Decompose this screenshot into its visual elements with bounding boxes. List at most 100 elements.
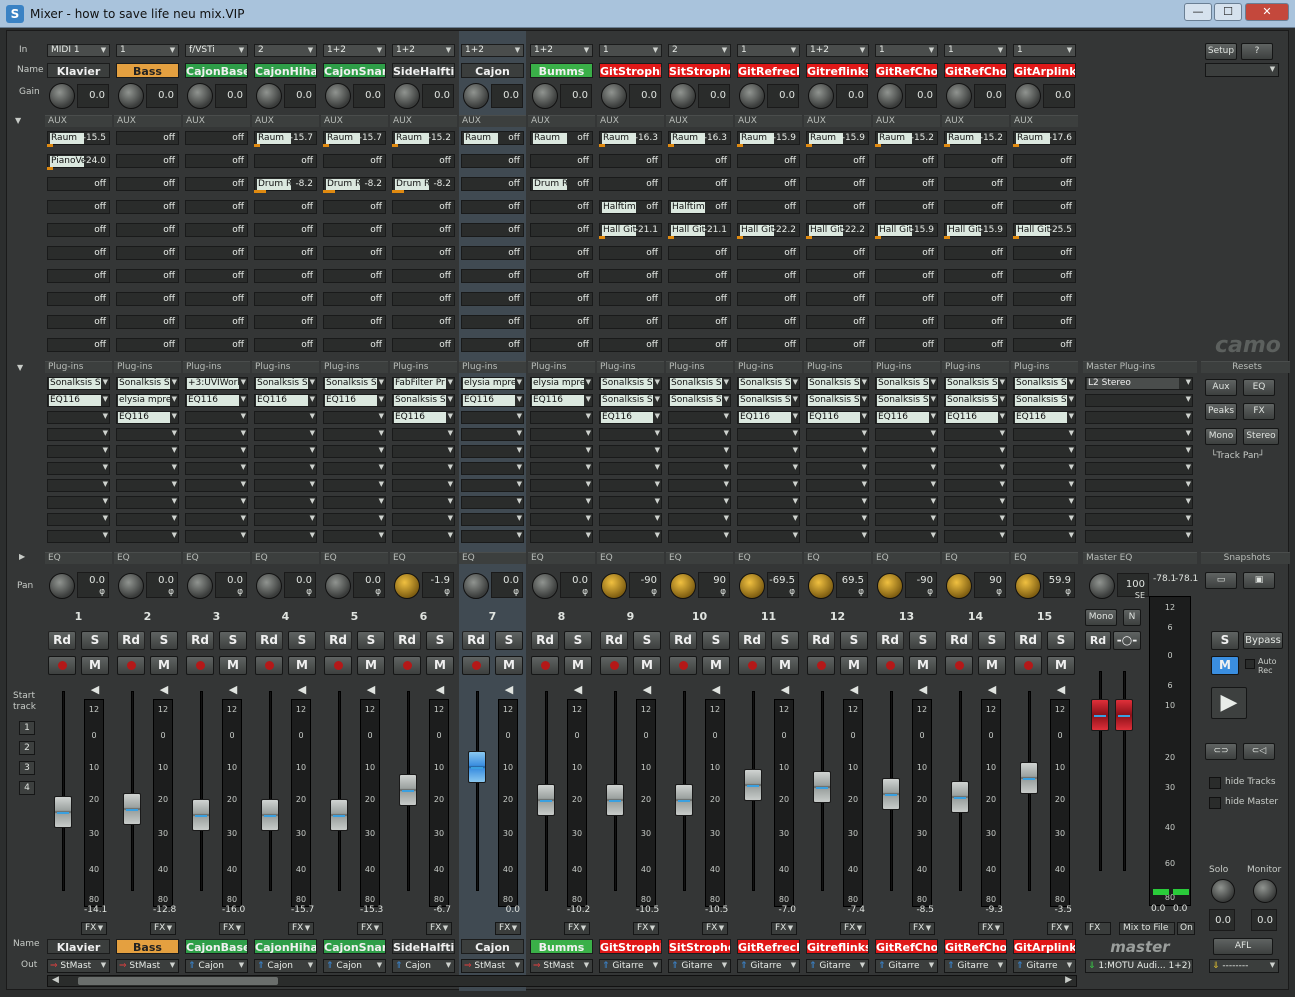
aux-send[interactable]: Raum off (459, 131, 526, 145)
aux-send[interactable]: off (1011, 246, 1078, 260)
plugin-slot[interactable]: ▼ (668, 411, 731, 424)
aux-send[interactable]: off (459, 154, 526, 168)
aux-send[interactable]: off (597, 315, 664, 329)
plugin-slot[interactable]: ▼ (116, 479, 179, 492)
aux-send[interactable]: off (114, 177, 181, 191)
aux-send[interactable]: off (735, 269, 802, 283)
mute-button[interactable]: M (564, 656, 592, 675)
aux-send[interactable]: off (459, 223, 526, 237)
channel-name[interactable]: Gitreflinks (806, 63, 869, 78)
aux-send[interactable]: off (597, 246, 664, 260)
aux-send[interactable]: off (321, 200, 388, 214)
aux-send[interactable]: off (873, 338, 940, 352)
aux-send[interactable]: off (942, 292, 1009, 306)
output-select[interactable]: ⇒ StMast ▼ (47, 959, 110, 973)
plugin-slot[interactable]: Sonalksis S ▼ (1013, 377, 1076, 390)
plugin-slot[interactable]: ▼ (1013, 445, 1076, 458)
plugin-slot[interactable]: ▼ (599, 445, 662, 458)
plugin-slot[interactable]: ▼ (323, 479, 386, 492)
volume-fader[interactable] (1020, 761, 1038, 794)
plugin-slot[interactable]: ▼ (806, 428, 869, 441)
aux-send[interactable]: off (459, 315, 526, 329)
reset-fx-button[interactable]: FX (1243, 403, 1275, 420)
aux-send[interactable]: off (597, 338, 664, 352)
aux-send[interactable]: off (390, 269, 457, 283)
pan-knob[interactable] (49, 573, 75, 599)
solo-button[interactable]: S (150, 631, 178, 650)
aux-send[interactable]: off (528, 223, 595, 237)
aux-send[interactable]: Drum Ra -8.2 (390, 177, 457, 193)
channel-name-bottom[interactable]: GitStrophline (599, 939, 662, 954)
input-select[interactable]: 1+2 ▼ (323, 44, 386, 57)
aux-send[interactable]: off (804, 246, 871, 260)
channel-name[interactable]: GitRefChords (944, 63, 1007, 78)
aux-send[interactable]: off (390, 154, 457, 168)
plugin-slot[interactable]: ▼ (668, 513, 731, 526)
aux-send[interactable]: off (666, 154, 733, 168)
plugin-slot[interactable]: ▼ (461, 462, 524, 475)
plugin-slot[interactable]: ▼ (116, 428, 179, 441)
aux-send[interactable]: off (183, 315, 250, 329)
plugin-slot[interactable]: ▼ (806, 496, 869, 509)
aux-send[interactable]: off (252, 223, 319, 237)
reset-aux-button[interactable]: Aux (1205, 379, 1237, 396)
plugin-slot[interactable]: ▼ (530, 445, 593, 458)
plugin-slot[interactable]: ▼ (668, 496, 731, 509)
aux-send[interactable]: off (528, 200, 595, 214)
plugin-slot[interactable]: ▼ (1013, 513, 1076, 526)
aux-send[interactable]: off (183, 200, 250, 214)
plugin-slot[interactable]: EQ116 ▼ (599, 411, 662, 424)
plugin-slot[interactable]: ▼ (599, 462, 662, 475)
plugin-slot[interactable]: ▼ (944, 530, 1007, 543)
plugin-slot[interactable]: ▼ (254, 479, 317, 492)
plugin-slot[interactable]: ▼ (254, 462, 317, 475)
output-select[interactable]: ⇑ Gitarre ▼ (806, 959, 869, 973)
output-select[interactable]: ⇒ StMast ▼ (461, 959, 524, 973)
play-icon[interactable]: ▶ (1211, 687, 1247, 719)
auto-rec-checkbox[interactable] (1245, 659, 1255, 669)
channel-name-bottom[interactable]: GitRefChords (875, 939, 938, 954)
channel-name-bottom[interactable]: Cajon (461, 939, 524, 954)
master-plugin-slot[interactable]: ▼ (1085, 530, 1193, 543)
plugin-slot[interactable]: ▼ (116, 445, 179, 458)
aux-send[interactable]: off (873, 315, 940, 329)
master-plugin-slot[interactable]: ▼ (1085, 394, 1193, 407)
aux-send[interactable]: off (666, 292, 733, 306)
record-button[interactable] (255, 656, 283, 675)
aux-send[interactable]: Raum -15.9 (804, 131, 871, 147)
aux-send[interactable]: off (1011, 269, 1078, 283)
plugin-slot[interactable]: ▼ (944, 445, 1007, 458)
volume-fader[interactable] (399, 773, 417, 806)
volume-fader[interactable] (675, 784, 693, 816)
pan-knob[interactable] (739, 573, 765, 599)
aux-send[interactable]: off (321, 246, 388, 260)
aux-send[interactable]: off (459, 200, 526, 214)
master-pan-knob[interactable] (1089, 573, 1115, 599)
read-automation-button[interactable]: Rd (669, 631, 697, 650)
plugin-slot[interactable]: EQ116 ▼ (461, 394, 524, 407)
aux-send[interactable]: off (459, 177, 526, 191)
plugin-slot[interactable]: elysia mpre: ▼ (116, 394, 179, 407)
pan-knob[interactable] (118, 573, 144, 599)
plugin-slot[interactable]: ▼ (461, 411, 524, 424)
plugin-slot[interactable]: ▼ (530, 513, 593, 526)
fx-button[interactable]: FX ▼ (840, 922, 866, 935)
aux-send[interactable]: off (735, 315, 802, 329)
plugin-slot[interactable]: ▼ (461, 428, 524, 441)
plugin-slot[interactable]: FabFilter Pr ▼ (392, 377, 455, 390)
record-button[interactable] (876, 656, 904, 675)
aux-send[interactable]: Hall Git -21.1 (666, 223, 733, 239)
aux-send[interactable]: off (666, 338, 733, 352)
aux-send[interactable]: off (804, 177, 871, 191)
channel-name-bottom[interactable]: GitRefChords (944, 939, 1007, 954)
volume-fader[interactable] (951, 781, 969, 813)
plugin-slot[interactable]: Sonalksis S ▼ (254, 377, 317, 390)
mute-button[interactable]: M (288, 656, 316, 675)
input-select[interactable]: 1 ▼ (116, 44, 179, 57)
pan-knob[interactable] (256, 573, 282, 599)
solo-button[interactable]: S (978, 631, 1006, 650)
volume-fader[interactable] (744, 769, 762, 801)
plugin-slot[interactable]: ▼ (1013, 530, 1076, 543)
output-select[interactable]: ⇑ Cajon ▼ (185, 959, 248, 973)
aux-send[interactable]: Raum -15.2 (390, 131, 457, 147)
